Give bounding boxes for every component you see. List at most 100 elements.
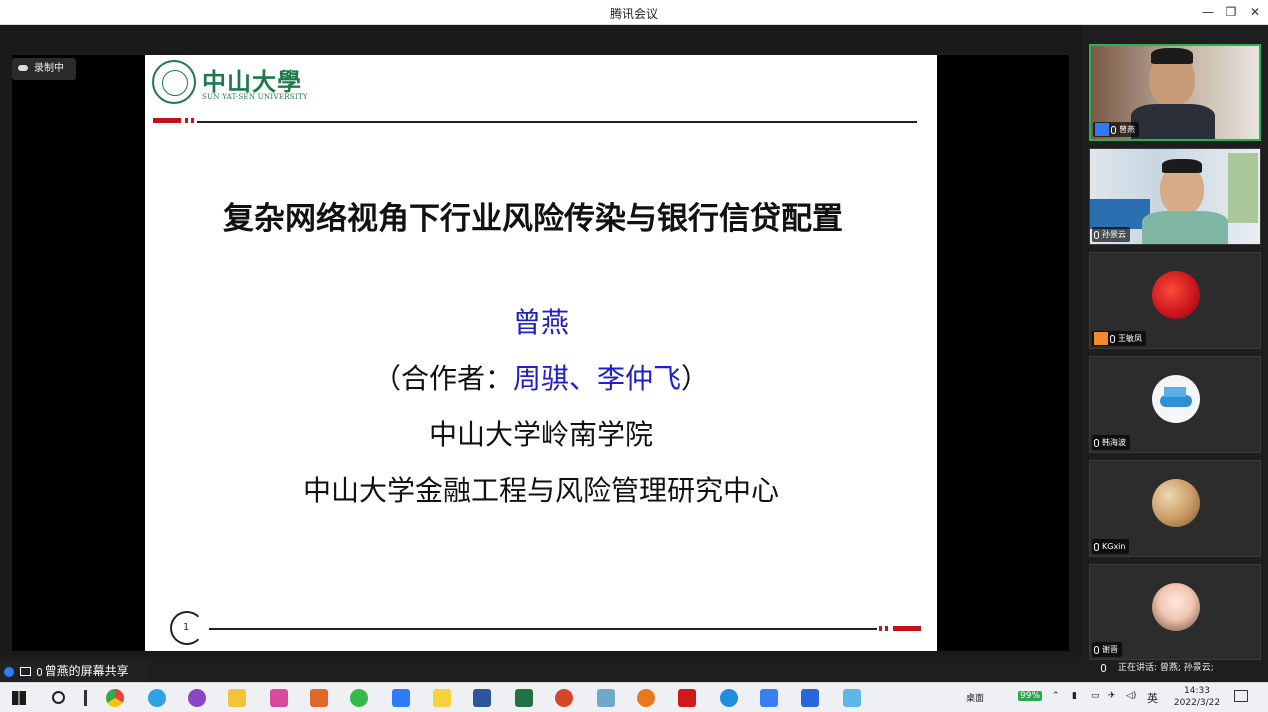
microphone-muted-icon (1110, 334, 1115, 343)
participant-name: 曾燕 (1119, 125, 1135, 134)
tencent-meeting-icon[interactable] (392, 689, 410, 707)
restore-button[interactable]: ❐ (1220, 3, 1242, 21)
tray-icon[interactable]: ▮ (1072, 691, 1077, 701)
recording-indicator[interactable]: 录制中 (12, 58, 76, 80)
slide-author: 曾燕 (512, 306, 569, 339)
participant-tile[interactable]: 韩海波 (1089, 356, 1261, 453)
participant-namebar: 韩海波 (1092, 435, 1130, 450)
app-icon[interactable] (720, 689, 738, 707)
participant-namebar: 孙景云 (1092, 227, 1130, 242)
clock-date: 2022/3/22 (1173, 698, 1221, 708)
logo-chinese-name: 中山大學 (202, 67, 302, 96)
powerpoint-icon[interactable] (555, 689, 573, 707)
screen-icon (19, 667, 31, 676)
microphone-muted-icon (1094, 438, 1099, 447)
onenote-icon[interactable] (188, 689, 206, 707)
participant-namebar: KGxin (1092, 539, 1130, 554)
participant-namebar: 王敏凤 (1092, 331, 1146, 346)
footer-divider (209, 628, 877, 630)
clock-time: 14:33 (1184, 686, 1210, 696)
desktop-toolbar[interactable]: 桌面 (966, 691, 984, 704)
microphone-icon (1101, 663, 1106, 672)
share-status-text: 曾燕的屏幕共享 (44, 664, 129, 678)
coauthors-prefix: （合作者： (372, 362, 513, 395)
notification-icon[interactable] (1234, 690, 1248, 702)
speaking-status-text: 正在讲话: 曾燕; 孙景云; (1118, 663, 1214, 673)
pen-app-icon[interactable] (760, 689, 778, 707)
coauthors-suffix: ） (681, 362, 710, 395)
university-logo: 中山大學 SUN YAT-SEN UNIVERSITY (152, 60, 312, 106)
footer-accent (885, 626, 888, 631)
presentation-slide: 中山大學 SUN YAT-SEN UNIVERSITY 复杂网络视角下行业风险传… (145, 55, 937, 651)
minimize-button[interactable]: — (1197, 3, 1219, 21)
page-number: 1 (183, 622, 190, 633)
chevron-up-icon[interactable]: ⌃ (1052, 691, 1060, 701)
participant-name: 韩海波 (1102, 438, 1126, 447)
wifi-icon[interactable]: ✈ (1108, 691, 1116, 701)
ime-indicator[interactable]: 英 (1147, 690, 1158, 706)
header-divider (197, 121, 917, 123)
header-accent (185, 118, 188, 123)
excel-icon[interactable] (515, 689, 533, 707)
user-icon (1094, 332, 1108, 345)
paint-icon[interactable] (270, 689, 288, 707)
participant-tile[interactable]: 曾燕 (1089, 44, 1261, 141)
participant-namebar: 谢晋 (1092, 642, 1122, 657)
microphone-muted-icon (1094, 542, 1099, 551)
participant-avatar (1152, 583, 1200, 631)
recording-label: 录制中 (34, 63, 64, 74)
window-title: 腾讯会议 (609, 7, 658, 21)
file-explorer-icon[interactable] (228, 689, 246, 707)
participant-name: KGxin (1102, 542, 1126, 551)
logo-english-name: SUN YAT-SEN UNIVERSITY (202, 93, 308, 101)
participant-tile[interactable]: 谢晋 (1089, 564, 1261, 660)
slide-coauthors: （合作者：周骐、李仲飞） (145, 357, 937, 397)
search-icon[interactable] (52, 691, 65, 704)
footer-accent (893, 626, 921, 631)
participant-tile[interactable]: 王敏凤 (1089, 252, 1261, 349)
participant-tile[interactable]: KGxin (1089, 460, 1261, 557)
speaking-indicator: 正在讲话: 曾燕; 孙景云; (1095, 660, 1268, 676)
window-titlebar: 腾讯会议 — ❐ ✕ (0, 0, 1268, 25)
microphone-icon (1111, 125, 1116, 134)
wechat-icon[interactable] (350, 689, 368, 707)
battery-indicator[interactable]: 99% (1018, 691, 1043, 701)
matlab-icon[interactable] (310, 689, 328, 707)
participant-avatar (1152, 375, 1200, 423)
participant-avatar (1152, 479, 1200, 527)
header-accent (153, 118, 181, 123)
participant-avatar (1152, 271, 1200, 319)
windows-taskbar: 桌面 99% ⌃ ▮ ▭ ✈ ◁) 英 14:33 2022/3/22 (0, 682, 1268, 712)
notes-app-icon[interactable] (597, 689, 615, 707)
ie-icon[interactable] (148, 689, 166, 707)
slide-affiliation-1: 中山大学岭南学院 (428, 418, 653, 451)
cloud-app-icon[interactable] (843, 689, 861, 707)
participant-name: 孙景云 (1102, 230, 1126, 239)
meeting-stage: 录制中 中山大學 SUN YAT-SEN UNIVERSITY 复杂网络视角下行… (0, 25, 1082, 657)
word-icon[interactable] (473, 689, 491, 707)
volume-icon[interactable]: ◁) (1126, 691, 1136, 701)
network-icon[interactable]: ▭ (1091, 691, 1100, 701)
participant-name: 王敏凤 (1118, 334, 1142, 343)
slide-title: 复杂网络视角下行业风险传染与银行信贷配置 (223, 201, 843, 237)
participant-name: 谢晋 (1102, 645, 1118, 654)
user-icon (4, 666, 14, 677)
screen-share-indicator[interactable]: 曾燕的屏幕共享 (0, 661, 145, 682)
footer-accent (879, 626, 882, 631)
meeting-app-icon[interactable] (801, 689, 819, 707)
slide-affiliation-2: 中山大学金融工程与风险管理研究中心 (302, 474, 779, 507)
windows-start-icon[interactable] (12, 691, 26, 705)
taskbar-clock[interactable]: 14:33 2022/3/22 (1172, 685, 1222, 709)
participant-namebar: 曾燕 (1093, 122, 1139, 137)
acrobat-icon[interactable] (678, 689, 696, 707)
university-seal-icon (152, 60, 196, 104)
close-button[interactable]: ✕ (1244, 3, 1266, 21)
participant-tile[interactable]: 孙景云 (1089, 148, 1261, 245)
cloud-icon (18, 65, 28, 71)
microphone-muted-icon (1094, 645, 1099, 654)
chrome-icon[interactable] (106, 689, 124, 707)
header-accent (191, 118, 194, 123)
player-icon[interactable] (433, 689, 451, 707)
taskbar-divider (84, 690, 87, 706)
magnifier-icon[interactable] (637, 689, 655, 707)
